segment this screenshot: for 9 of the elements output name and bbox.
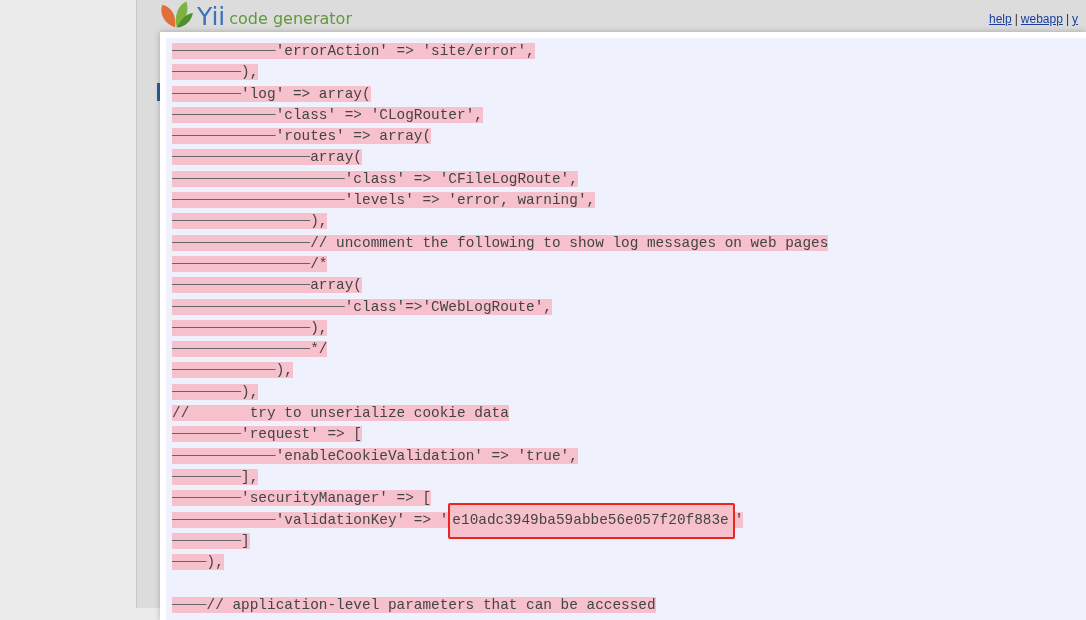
leaf-logo-icon bbox=[159, 0, 193, 29]
link-separator: | bbox=[1014, 12, 1018, 26]
header-link[interactable]: y bbox=[1072, 12, 1078, 26]
logo-subtitle: code generator bbox=[229, 11, 352, 27]
logo-text: Yii bbox=[197, 4, 226, 29]
header-link[interactable]: help bbox=[989, 12, 1012, 26]
header-link[interactable]: webapp bbox=[1020, 12, 1063, 26]
highlight-box: e10adc3949ba59abbe56e057f20f883e bbox=[448, 502, 735, 539]
link-separator: | bbox=[1065, 12, 1069, 26]
